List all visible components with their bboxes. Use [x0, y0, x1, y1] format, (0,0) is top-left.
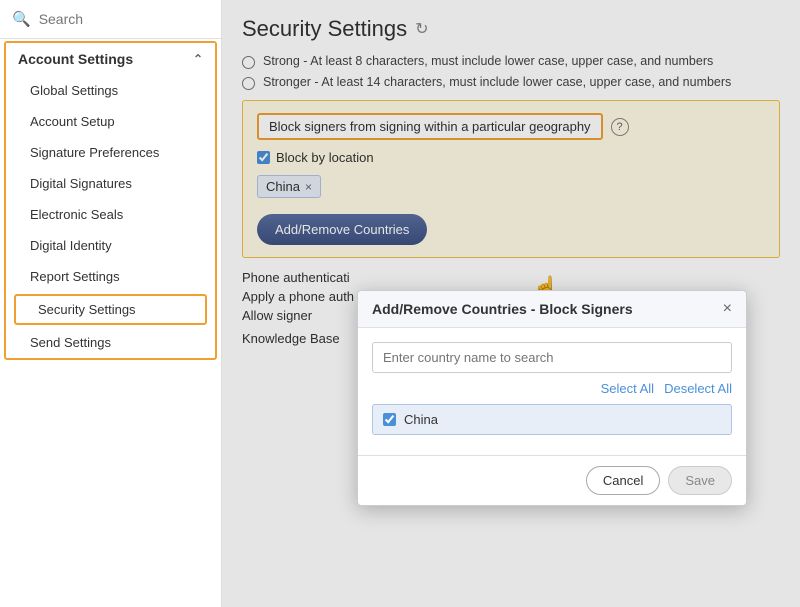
deselect-all-link[interactable]: Deselect All — [664, 381, 732, 396]
search-input[interactable] — [39, 11, 209, 27]
sidebar: 🔍 Account Settings ⌃ Global Settings Acc… — [0, 0, 222, 607]
sidebar-item-global-settings[interactable]: Global Settings — [6, 75, 215, 106]
account-settings-header[interactable]: Account Settings ⌃ — [6, 43, 215, 75]
modal-header: Add/Remove Countries - Block Signers × — [358, 291, 746, 328]
sidebar-item-digital-signatures[interactable]: Digital Signatures — [6, 168, 215, 199]
modal-close-button[interactable]: × — [723, 301, 732, 317]
account-settings-section: Account Settings ⌃ Global Settings Accou… — [4, 41, 217, 360]
account-settings-label: Account Settings — [18, 51, 133, 67]
sidebar-item-account-setup[interactable]: Account Setup — [6, 106, 215, 137]
modal-country-china-label: China — [404, 412, 438, 427]
sidebar-content: Account Settings ⌃ Global Settings Accou… — [0, 39, 221, 607]
sidebar-item-digital-identity[interactable]: Digital Identity — [6, 230, 215, 261]
modal-cancel-button[interactable]: Cancel — [586, 466, 660, 495]
modal-country-china-checkbox[interactable] — [383, 413, 396, 426]
modal-country-item-china: China — [372, 404, 732, 435]
modal-country-search-input[interactable] — [372, 342, 732, 373]
modal-title: Add/Remove Countries - Block Signers — [372, 301, 633, 317]
sidebar-item-electronic-seals[interactable]: Electronic Seals — [6, 199, 215, 230]
sidebar-item-report-settings[interactable]: Report Settings — [6, 261, 215, 292]
search-icon: 🔍 — [12, 10, 31, 28]
modal-body: Select All Deselect All China — [358, 328, 746, 455]
main-content: Security Settings ↻ Strong - At least 8 … — [222, 0, 800, 607]
modal-save-button[interactable]: Save — [668, 466, 732, 495]
add-remove-countries-modal: Add/Remove Countries - Block Signers × S… — [357, 290, 747, 506]
sidebar-item-signature-preferences[interactable]: Signature Preferences — [6, 137, 215, 168]
modal-footer: Cancel Save — [358, 455, 746, 505]
modal-select-links: Select All Deselect All — [372, 381, 732, 396]
sidebar-item-security-settings[interactable]: Security Settings — [14, 294, 207, 325]
chevron-up-icon: ⌃ — [193, 52, 203, 66]
select-all-link[interactable]: Select All — [601, 381, 654, 396]
search-bar[interactable]: 🔍 — [0, 0, 221, 39]
sidebar-item-send-settings[interactable]: Send Settings — [6, 327, 215, 358]
